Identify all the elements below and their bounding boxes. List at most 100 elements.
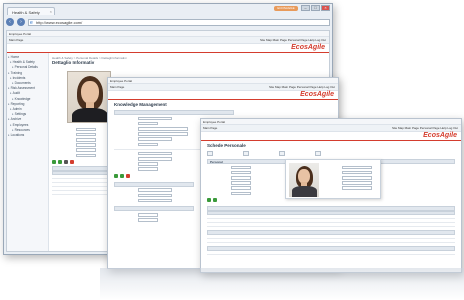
menu-right-links[interactable]: Site Map Main Page Personal Page Help Lo… <box>392 126 458 130</box>
form-field[interactable] <box>138 132 188 136</box>
tree-toggle-icon[interactable]: ▸ <box>10 123 12 127</box>
form-field[interactable] <box>138 142 158 147</box>
add-icon[interactable] <box>207 198 211 203</box>
tree-toggle-icon[interactable]: ▸ <box>12 65 14 69</box>
tree-toggle-icon[interactable]: ▸ <box>10 91 12 95</box>
toolbar-button[interactable] <box>243 151 249 156</box>
form-field[interactable] <box>138 188 172 193</box>
form-field[interactable] <box>231 175 251 180</box>
form-field[interactable] <box>231 165 251 170</box>
form-field[interactable] <box>138 116 172 121</box>
ie-logo-icon: e <box>30 19 33 26</box>
browser-tab[interactable]: Health & Safety × <box>7 7 55 15</box>
tree-toggle-icon[interactable]: ▸ <box>12 128 14 132</box>
tab-close-icon[interactable]: × <box>50 9 52 14</box>
delete-icon[interactable] <box>70 160 74 165</box>
tree-toggle-icon[interactable]: ▸ <box>12 97 14 101</box>
form-field[interactable] <box>231 170 251 175</box>
form-field[interactable] <box>342 175 372 180</box>
form-field[interactable] <box>342 181 372 185</box>
form-field[interactable] <box>342 165 372 170</box>
form-field[interactable] <box>138 162 158 166</box>
app-header-text: Employee Portal <box>110 79 133 83</box>
sidebar-item-label: Documents <box>14 81 31 86</box>
maximize-icon[interactable]: □ <box>311 5 320 11</box>
form-field[interactable] <box>138 218 158 222</box>
form-field[interactable] <box>138 126 188 131</box>
table-row[interactable] <box>207 251 455 256</box>
form-field[interactable] <box>138 156 172 161</box>
menu-main-page[interactable]: Main Page <box>110 85 124 89</box>
sidebar-item-label: Home <box>10 55 20 59</box>
tree-toggle-icon[interactable]: ▸ <box>10 107 12 111</box>
tree-toggle-icon[interactable]: ▸ <box>12 81 14 85</box>
form-field[interactable] <box>138 198 172 203</box>
section-bar <box>114 206 194 212</box>
form-field[interactable] <box>138 137 172 141</box>
sidebar-item-label: Health & Safety <box>12 60 35 65</box>
save-icon[interactable] <box>120 173 124 178</box>
delete-icon[interactable] <box>126 173 130 178</box>
menu-main-page[interactable]: Main Page <box>203 126 217 130</box>
brand-logo: EcosAgile <box>300 91 334 98</box>
tree-toggle-icon[interactable]: ▸ <box>8 117 10 121</box>
section-title: Personal <box>210 160 223 164</box>
table-row[interactable] <box>207 223 455 228</box>
toolbar-button[interactable] <box>207 151 213 156</box>
tree-toggle-icon[interactable]: ▸ <box>8 55 10 59</box>
form-field[interactable] <box>76 132 96 137</box>
add-icon[interactable] <box>52 160 56 165</box>
sidebar-item[interactable]: ▸Locations <box>8 133 47 138</box>
tree-toggle-icon[interactable]: ▸ <box>8 86 10 90</box>
form-field[interactable] <box>138 167 158 171</box>
section-bar <box>114 110 234 115</box>
menu-main-page[interactable]: Main Page <box>9 38 23 42</box>
address-text: http://www.ecosagile.com/ <box>36 19 83 25</box>
employee-photo <box>289 163 319 197</box>
form-field[interactable] <box>231 186 251 190</box>
tree-toggle-icon[interactable]: ▸ <box>8 133 10 137</box>
form-field[interactable] <box>76 137 96 142</box>
employee-photo <box>67 71 111 123</box>
form-field[interactable] <box>138 121 158 126</box>
save-icon[interactable] <box>213 198 217 203</box>
app-header-text: Employee Portal <box>203 120 226 124</box>
tree-toggle-icon[interactable]: ▸ <box>8 102 10 106</box>
sidebar-item-label: Incidents <box>12 75 26 80</box>
save-icon[interactable] <box>58 160 62 165</box>
brand-logo: EcosAgile <box>291 44 325 51</box>
page-title: Schede Personale <box>207 143 246 148</box>
form-field[interactable] <box>138 151 172 156</box>
menu-right-links[interactable]: Site Map Main Page Personal Page Help Lo… <box>269 85 335 89</box>
sidebar-item-label: Locations <box>10 133 25 138</box>
form-field[interactable] <box>138 193 172 198</box>
print-icon[interactable] <box>64 160 68 165</box>
close-icon[interactable]: × <box>321 5 330 11</box>
toolbar-button[interactable] <box>279 151 285 156</box>
form-field[interactable] <box>138 213 158 217</box>
table-row[interactable] <box>52 191 110 195</box>
minimize-icon[interactable]: – <box>301 5 310 11</box>
brand-divider <box>7 52 329 53</box>
menu-right-links[interactable]: Site Map Main Page Personal Page Help Lo… <box>260 38 326 42</box>
form-field[interactable] <box>76 148 96 152</box>
tree-toggle-icon[interactable]: ▸ <box>12 112 14 116</box>
table-row[interactable] <box>207 239 455 244</box>
form-field[interactable] <box>231 191 251 196</box>
toolbar-button[interactable] <box>315 151 321 156</box>
tree-toggle-icon[interactable]: ▸ <box>10 76 12 80</box>
tree-toggle-icon[interactable]: ▸ <box>8 71 10 75</box>
navigation-bar: ‹ › e http://www.ecosagile.com/ <box>6 17 330 27</box>
form-field[interactable] <box>76 153 96 158</box>
form-field[interactable] <box>342 170 372 175</box>
add-icon[interactable] <box>114 173 118 178</box>
form-field[interactable] <box>231 181 251 185</box>
form-field[interactable] <box>342 186 372 190</box>
tree-toggle-icon[interactable]: ▸ <box>10 60 12 64</box>
sidebar-item-label: Resources <box>14 127 30 132</box>
form-field[interactable] <box>76 143 96 147</box>
form-field[interactable] <box>76 127 96 132</box>
back-arrow-icon[interactable]: ‹ <box>6 18 14 26</box>
forward-arrow-icon[interactable]: › <box>17 18 25 26</box>
address-bar[interactable]: e http://www.ecosagile.com/ <box>28 18 330 26</box>
